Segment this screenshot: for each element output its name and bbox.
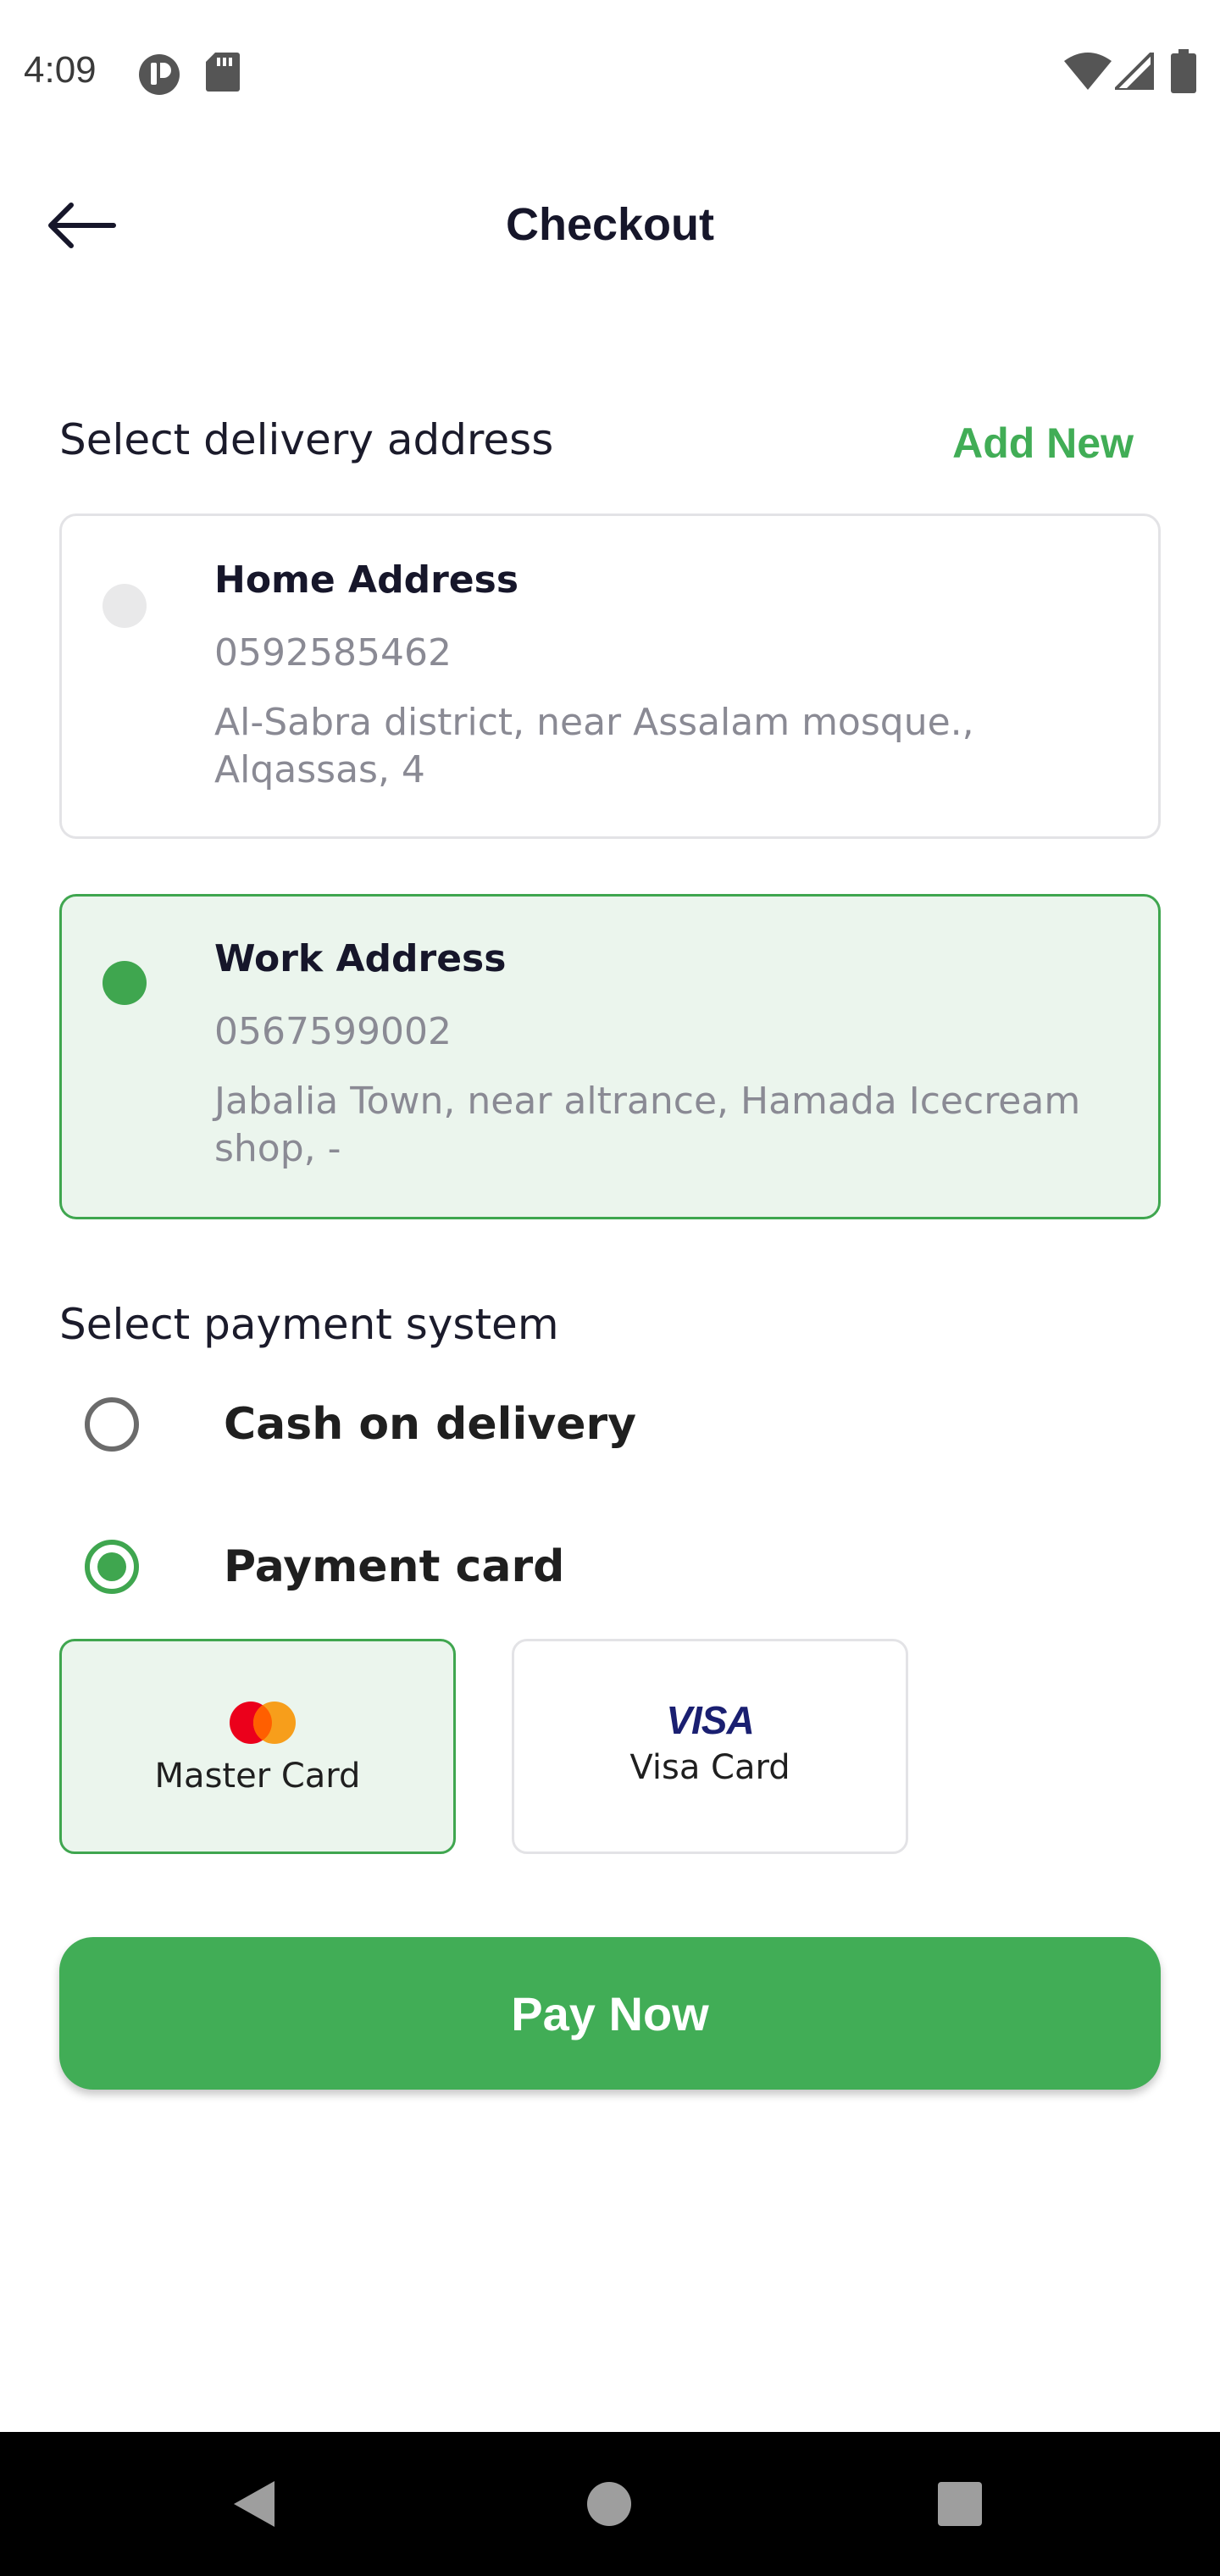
radio-button-checked[interactable]	[85, 1540, 139, 1594]
card-choice-visa[interactable]: VISA Visa Card	[512, 1639, 908, 1854]
address-title: Work Address	[214, 937, 507, 980]
page-title: Checkout	[505, 199, 715, 250]
status-time: 4:09	[24, 49, 97, 91]
radio-button[interactable]	[85, 1397, 139, 1452]
delivery-section-label: Select delivery address	[59, 415, 554, 464]
wifi-icon	[1064, 53, 1112, 93]
add-new-address-button[interactable]: Add New	[952, 419, 1134, 468]
visa-logo: VISA	[666, 1698, 754, 1742]
nav-recents-icon[interactable]	[937, 2481, 983, 2530]
system-nav-bar	[0, 2432, 1220, 2576]
battery-icon	[1171, 49, 1196, 97]
status-bar: 4:09	[0, 0, 1220, 144]
payment-option-label: Payment card	[224, 1541, 565, 1592]
payment-option-cash[interactable]: Cash on delivery	[85, 1386, 847, 1463]
nav-home-icon[interactable]	[586, 2481, 632, 2530]
notification-app-icon	[136, 51, 183, 102]
address-radio-selected[interactable]	[103, 961, 147, 1005]
address-radio[interactable]	[103, 584, 147, 628]
pay-now-button[interactable]: Pay Now	[59, 1937, 1161, 2090]
address-phone: 0592585462	[214, 631, 452, 675]
address-text: Al-Sabra district, near Assalam mosque.,…	[214, 701, 974, 791]
card-choice-label: Master Card	[154, 1757, 361, 1796]
address-phone: 0567599002	[214, 1010, 452, 1053]
address-card-home[interactable]: Home Address 0592585462 Al-Sabra distric…	[59, 514, 1161, 839]
payment-section-label: Select payment system	[59, 1300, 559, 1349]
payment-option-label: Cash on delivery	[224, 1399, 637, 1450]
nav-back-icon[interactable]	[230, 2479, 276, 2532]
address-title: Home Address	[214, 558, 519, 602]
sd-card-icon	[205, 51, 241, 97]
mastercard-logo-icon	[227, 1701, 298, 1745]
payment-option-card[interactable]: Payment card	[85, 1529, 847, 1605]
signal-icon	[1111, 48, 1154, 93]
card-choice-label: Visa Card	[629, 1748, 790, 1787]
card-choice-mastercard[interactable]: Master Card	[59, 1639, 456, 1854]
address-card-work[interactable]: Work Address 0567599002 Jabalia Town, ne…	[59, 894, 1161, 1219]
address-text: Jabalia Town, near altrance, Hamada Icec…	[214, 1080, 1081, 1170]
